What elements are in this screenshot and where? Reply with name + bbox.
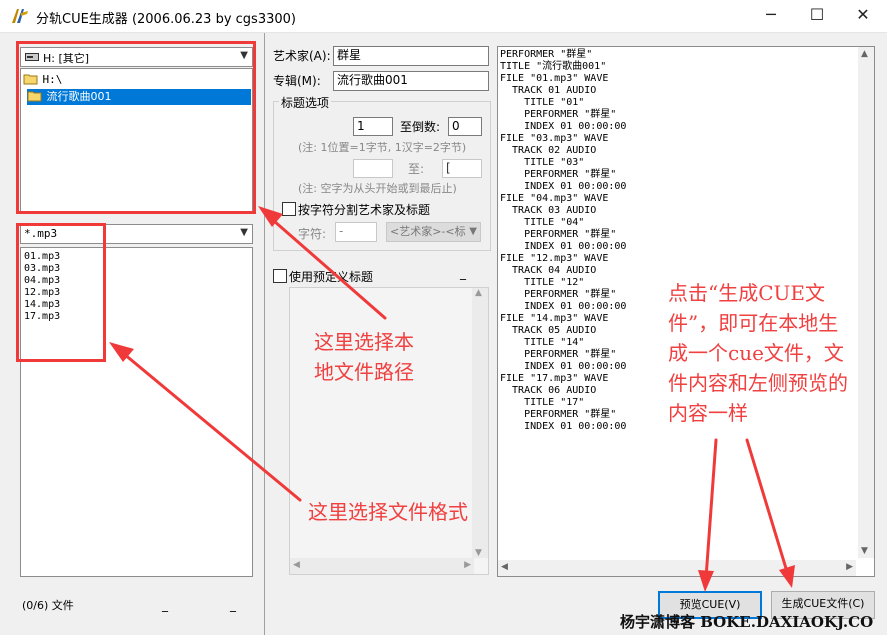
- callout-line: 这里选择本: [314, 330, 414, 354]
- callout-generate: 点击“生成CUE文 件”，即可在本地生 成一个cue文件，文 件内容和左侧预览的…: [668, 278, 848, 428]
- callout-line: 件”，即可在本地生: [668, 311, 839, 335]
- callout-line: 内容一样: [668, 401, 748, 425]
- callout-line: 件内容和左侧预览的: [668, 371, 848, 395]
- callout-format: 这里选择文件格式: [308, 500, 468, 524]
- callout-line: 地文件路径: [314, 360, 414, 384]
- watermark-text: 杨宇潇博客 BOKE.DAXIAOKJ.CO: [620, 613, 874, 631]
- callout-line: 成一个cue文件，文: [668, 341, 844, 365]
- callout-path: 这里选择本 地文件路径: [314, 327, 414, 387]
- callout-line: 点击“生成CUE文: [668, 281, 825, 305]
